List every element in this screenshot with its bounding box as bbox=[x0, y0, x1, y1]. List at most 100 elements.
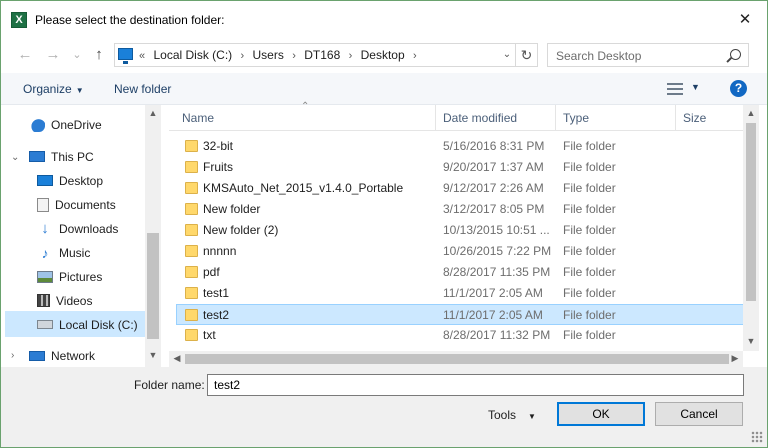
scroll-left-arrow-icon[interactable]: ◀ bbox=[169, 353, 185, 364]
column-divider[interactable] bbox=[435, 105, 436, 131]
file-row[interactable]: New folder (2) 10/13/2015 10:51 ... File f… bbox=[177, 220, 747, 241]
sidebar-item-documents[interactable]: Documents bbox=[37, 194, 116, 216]
column-header-type[interactable]: Type bbox=[563, 111, 589, 125]
file-type: File folder bbox=[563, 308, 616, 322]
sidebar-item-this-pc[interactable]: This PC bbox=[29, 146, 94, 168]
file-date: 10/26/2015 7:22 PM bbox=[443, 244, 552, 258]
scroll-up-arrow-icon[interactable]: ▲ bbox=[743, 108, 759, 118]
file-name: 32-bit bbox=[203, 139, 234, 153]
breadcrumb-local-disk[interactable]: Local Disk (C:) bbox=[153, 44, 232, 66]
scroll-down-arrow-icon[interactable]: ▼ bbox=[743, 336, 759, 346]
sort-ascending-icon: ⌃ bbox=[301, 101, 310, 112]
column-header-date-modified[interactable]: Date modified bbox=[443, 111, 517, 125]
chevron-right-icon[interactable]: › bbox=[11, 350, 14, 361]
scroll-down-arrow-icon[interactable]: ▼ bbox=[145, 350, 161, 360]
file-name: KMSAuto_Net_2015_v1.4.0_Portable bbox=[203, 181, 404, 195]
file-type: File folder bbox=[563, 265, 616, 279]
search-input[interactable]: Search Desktop bbox=[547, 43, 749, 67]
folder-icon bbox=[185, 266, 198, 278]
breadcrumb-dt168[interactable]: DT168 bbox=[304, 44, 340, 66]
file-date: 11/1/2017 2:05 AM bbox=[443, 308, 543, 322]
file-row[interactable]: 32-bit 5/16/2016 8:31 PM File folder bbox=[177, 136, 747, 157]
column-divider[interactable] bbox=[675, 105, 676, 131]
column-header-size[interactable]: Size bbox=[683, 111, 706, 125]
file-name: New folder (2) bbox=[203, 223, 279, 237]
organize-button[interactable]: Organize ▼ bbox=[23, 82, 84, 96]
sidebar-item-music[interactable]: ♪ Music bbox=[37, 242, 91, 264]
breadcrumb-desktop[interactable]: Desktop bbox=[361, 44, 405, 66]
up-button[interactable]: ↑ bbox=[89, 45, 109, 65]
view-options-icon[interactable] bbox=[667, 83, 683, 95]
address-bar[interactable]: « Local Disk (C:) › Users › DT168 › Desk… bbox=[114, 43, 516, 67]
folder-icon bbox=[185, 161, 198, 173]
file-date: 8/28/2017 11:32 PM bbox=[443, 328, 551, 342]
disk-icon bbox=[37, 320, 53, 330]
sidebar-item-desktop[interactable]: Desktop bbox=[37, 170, 103, 192]
folder-name-label: Folder name: bbox=[134, 378, 205, 392]
chevron-down-icon[interactable]: ⌄ bbox=[11, 152, 19, 163]
column-header-name[interactable]: Name bbox=[182, 111, 214, 125]
forward-button[interactable]: → bbox=[43, 45, 63, 65]
file-date: 5/16/2016 8:31 PM bbox=[443, 139, 545, 153]
overflow-chevron-icon[interactable]: « bbox=[139, 45, 150, 67]
folder-icon bbox=[185, 309, 198, 321]
column-divider[interactable] bbox=[555, 105, 556, 131]
sidebar-item-network[interactable]: Network bbox=[29, 345, 95, 367]
sidebar-item-videos[interactable]: Videos bbox=[37, 290, 92, 312]
close-button[interactable]: ✕ bbox=[731, 8, 759, 32]
resize-grip-icon[interactable] bbox=[751, 431, 763, 443]
sidebar-item-pictures[interactable]: Pictures bbox=[37, 266, 102, 288]
file-row-selected[interactable]: test2 11/1/2017 2:05 AM File folder bbox=[176, 304, 746, 325]
cancel-button[interactable]: Cancel bbox=[655, 402, 743, 426]
folder-icon bbox=[185, 182, 198, 194]
pictures-icon bbox=[37, 270, 53, 283]
download-icon: ↓ bbox=[41, 219, 49, 237]
search-icon[interactable] bbox=[730, 49, 741, 60]
file-row[interactable]: nnnnn 10/26/2015 7:22 PM File folder bbox=[177, 241, 747, 262]
file-row[interactable]: pdf 8/28/2017 11:35 PM File folder bbox=[177, 262, 747, 283]
file-row[interactable]: Fruits 9/20/2017 1:37 AM File folder bbox=[177, 157, 747, 178]
file-name: pdf bbox=[203, 265, 220, 279]
tools-button[interactable]: Tools ▼ bbox=[488, 408, 536, 422]
breadcrumb-separator-icon[interactable]: › bbox=[287, 45, 301, 67]
sidebar-scrollbar[interactable]: ▲ ▼ bbox=[145, 105, 161, 367]
breadcrumb: « Local Disk (C:) › Users › DT168 › Desk… bbox=[139, 44, 422, 66]
refresh-button[interactable]: ↻ bbox=[516, 43, 538, 67]
file-row[interactable]: KMSAuto_Net_2015_v1.4.0_Portable 9/12/201… bbox=[177, 178, 747, 199]
ok-button[interactable]: OK bbox=[557, 402, 645, 426]
view-dropdown-icon[interactable]: ▼ bbox=[691, 82, 700, 92]
address-dropdown-icon[interactable]: ⌄ bbox=[498, 43, 516, 67]
breadcrumb-separator-icon[interactable]: › bbox=[236, 45, 250, 67]
recent-locations-button[interactable]: ⌄ bbox=[67, 45, 87, 65]
sidebar-item-onedrive[interactable]: OneDrive bbox=[29, 114, 102, 136]
file-row[interactable]: test1 11/1/2017 2:05 AM File folder bbox=[177, 283, 747, 304]
videos-icon bbox=[37, 294, 50, 308]
scrollbar-thumb[interactable] bbox=[147, 233, 159, 339]
sidebar-item-downloads[interactable]: ↓ Downloads bbox=[37, 218, 118, 240]
sidebar-item-label: Music bbox=[59, 246, 91, 260]
scroll-up-arrow-icon[interactable]: ▲ bbox=[145, 108, 161, 118]
scrollbar-thumb[interactable] bbox=[185, 354, 729, 364]
back-button[interactable]: ← bbox=[15, 45, 35, 65]
scrollbar-thumb[interactable] bbox=[746, 123, 756, 301]
tools-label: Tools bbox=[488, 408, 517, 422]
breadcrumb-separator-icon[interactable]: › bbox=[408, 45, 422, 67]
computer-icon bbox=[29, 151, 45, 163]
file-row[interactable]: txt 8/28/2017 11:32 PM File folder bbox=[177, 325, 747, 346]
breadcrumb-separator-icon[interactable]: › bbox=[344, 45, 358, 67]
sidebar-item-local-disk[interactable]: Local Disk (C:) bbox=[37, 314, 138, 336]
scroll-right-arrow-icon[interactable]: ▶ bbox=[727, 353, 743, 364]
horizontal-scrollbar[interactable]: ◀ ▶ bbox=[169, 351, 743, 367]
documents-icon bbox=[37, 197, 49, 212]
breadcrumb-users[interactable]: Users bbox=[253, 44, 284, 66]
folder-name-input[interactable] bbox=[207, 374, 744, 396]
file-type: File folder bbox=[563, 286, 616, 300]
file-row[interactable]: New folder 3/12/2017 8:05 PM File folder bbox=[177, 199, 747, 220]
help-icon[interactable]: ? bbox=[730, 80, 747, 97]
new-folder-button[interactable]: New folder bbox=[114, 82, 171, 96]
chevron-down-icon: ▼ bbox=[528, 412, 536, 421]
file-type: File folder bbox=[563, 181, 616, 195]
vertical-scrollbar[interactable]: ▲ ▼ bbox=[743, 105, 759, 351]
file-type: File folder bbox=[563, 139, 616, 153]
sidebar-item-label: Pictures bbox=[59, 270, 103, 284]
